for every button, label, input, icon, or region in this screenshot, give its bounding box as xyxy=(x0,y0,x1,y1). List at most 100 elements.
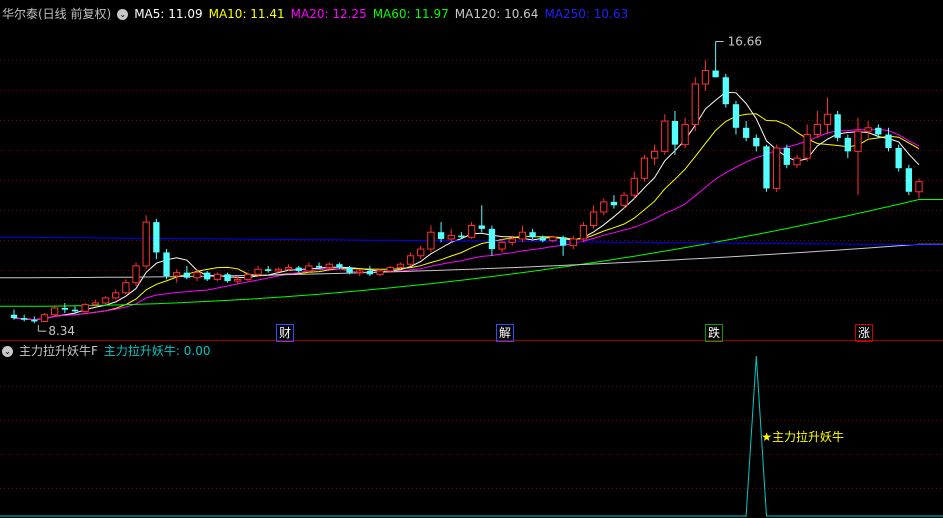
candle xyxy=(630,171,638,199)
candle-body xyxy=(498,241,506,250)
candle-body xyxy=(467,224,476,238)
candle-body xyxy=(366,270,374,275)
candle-body xyxy=(844,137,851,152)
candle-body xyxy=(142,221,150,267)
candle-body xyxy=(336,264,343,268)
candle xyxy=(40,313,49,322)
candle-body xyxy=(600,201,608,213)
candle-body xyxy=(823,113,832,125)
candle xyxy=(478,205,485,233)
candle-body xyxy=(346,267,353,273)
candle-body xyxy=(895,148,902,169)
candle xyxy=(305,262,313,273)
candle-body xyxy=(620,194,628,206)
collapse-circle-icon[interactable]: ⌄ xyxy=(117,9,129,20)
candle xyxy=(153,218,160,260)
candle xyxy=(406,252,415,266)
candle xyxy=(569,235,577,250)
candle xyxy=(224,272,231,283)
low-price-label: 8.34 xyxy=(48,324,75,338)
candle xyxy=(793,154,801,169)
candle-body xyxy=(213,273,222,280)
collapse-circle-icon[interactable]: ⌄ xyxy=(2,346,13,357)
candle-body xyxy=(772,147,781,189)
candle-body xyxy=(51,307,59,316)
candle xyxy=(467,222,476,239)
candle-body xyxy=(864,127,872,132)
sub-legend-value: 主力拉升妖牛: 0.00 xyxy=(103,344,211,358)
candle-body xyxy=(91,302,100,306)
candle xyxy=(559,235,567,256)
candle xyxy=(51,306,59,317)
signal-indicator: ★主力拉升妖牛 xyxy=(0,355,943,517)
candle-body xyxy=(793,157,801,166)
event-marker-jie[interactable]: 解 xyxy=(496,324,514,342)
candle-body xyxy=(458,235,465,238)
candle xyxy=(701,60,710,91)
candle-body xyxy=(915,181,923,193)
candle-body xyxy=(204,272,211,280)
candle-body xyxy=(834,114,841,138)
candle-body xyxy=(305,265,313,272)
candle xyxy=(834,110,841,142)
ma-line-ma10 xyxy=(13,113,920,321)
candle-body xyxy=(589,211,598,226)
candle-body xyxy=(112,292,120,299)
candle-body xyxy=(447,235,455,240)
candle xyxy=(681,117,689,148)
candle xyxy=(813,110,821,138)
candle-body xyxy=(325,263,333,269)
candle-body xyxy=(122,282,130,294)
candle xyxy=(772,144,781,192)
candle-body xyxy=(437,232,445,239)
candle xyxy=(447,228,455,243)
grid-lines xyxy=(0,60,943,489)
candle xyxy=(712,41,719,78)
candle-body xyxy=(579,224,588,240)
signal-label: ★主力拉升妖牛 xyxy=(761,429,844,444)
candle xyxy=(763,144,770,192)
candle-body xyxy=(101,297,110,304)
candle-body xyxy=(488,228,496,250)
candlesticks[interactable] xyxy=(10,41,923,324)
candle-body xyxy=(661,120,669,152)
price-annotations: 16.66 8.34 xyxy=(37,35,762,338)
candle-body xyxy=(396,263,405,269)
candle xyxy=(31,316,38,324)
legend-ma250: MA250: 10.63 xyxy=(544,7,629,21)
candle xyxy=(376,269,384,276)
event-marker-cai[interactable]: 财 xyxy=(276,324,294,342)
legend-ma5: MA5: 11.09 xyxy=(134,7,203,21)
candle-body xyxy=(691,83,699,125)
candle-body xyxy=(173,272,181,277)
candle xyxy=(173,269,181,283)
candle-body xyxy=(905,168,912,192)
candle xyxy=(895,144,902,172)
candle-body xyxy=(875,127,882,135)
candle-body xyxy=(610,201,618,206)
candle xyxy=(356,269,364,276)
candle-body xyxy=(478,225,485,229)
legend-ma20: MA20: 12.25 xyxy=(290,7,367,21)
candle xyxy=(295,265,302,273)
candle xyxy=(589,205,598,229)
ma-line-ma120 xyxy=(0,243,943,279)
candle xyxy=(21,314,28,322)
event-marker-zhang[interactable]: 涨 xyxy=(855,324,873,342)
candle xyxy=(437,222,445,243)
candle-body xyxy=(783,148,790,165)
candle-body xyxy=(132,265,140,284)
candle-body xyxy=(356,270,364,274)
event-marker-die[interactable]: 跌 xyxy=(705,324,723,342)
candle xyxy=(366,265,374,276)
candle xyxy=(417,245,425,260)
candle xyxy=(753,134,760,152)
candle-body xyxy=(722,77,729,105)
candle-body xyxy=(376,270,384,275)
candle xyxy=(650,144,659,165)
candle-body xyxy=(163,252,170,276)
stock-chart[interactable]: 16.66 8.34 ★主力拉升妖牛 xyxy=(0,0,943,518)
candle xyxy=(336,262,343,270)
candle xyxy=(183,265,191,280)
candle xyxy=(132,262,140,287)
